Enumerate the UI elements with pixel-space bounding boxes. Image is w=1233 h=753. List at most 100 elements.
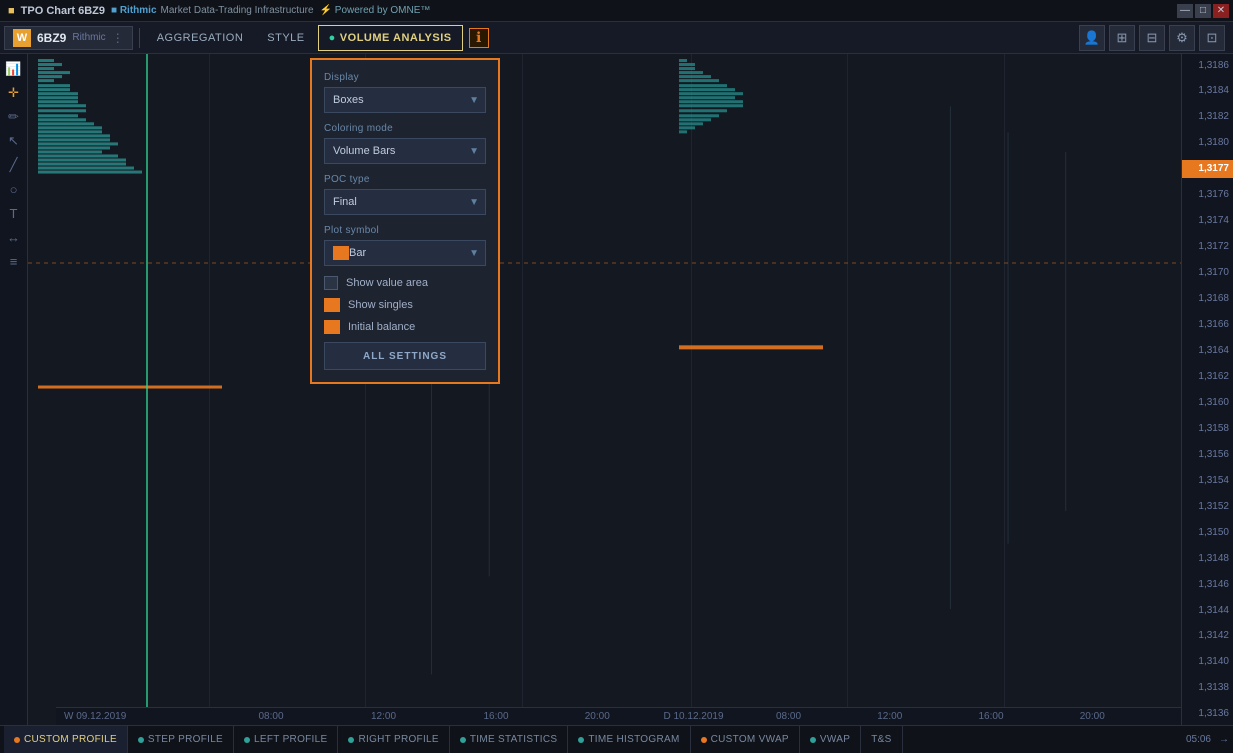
coloring-select[interactable]: Volume Bars ▼ [324,138,486,164]
price-1162: 1,3162 [1182,367,1233,385]
sidebar-circle-icon[interactable]: ○ [3,178,25,200]
vol-dot: ● [329,32,336,44]
show-value-area-label: Show value area [346,277,428,289]
close-button[interactable]: ✕ [1213,4,1229,18]
price-1166: 1,3166 [1182,316,1233,334]
price-1186: 1,3186 [1182,56,1233,74]
bottom-tab-vwap[interactable]: VWAP [800,726,861,753]
symbol-icon: W [13,29,31,47]
bottom-tab-right-profile[interactable]: RIGHT PROFILE [338,726,449,753]
vwap-dot [810,737,816,743]
time-label-1200-2: 12:00 [877,711,902,722]
settings-popup: Display Boxes ▼ Coloring mode Volume Bar… [310,58,500,384]
price-1148: 1,3148 [1182,549,1233,567]
initial-balance-label: Initial balance [348,321,415,333]
main-toolbar: W 6BZ9 Rithmic ⋮ AGGREGATION STYLE ● ● V… [0,22,1233,54]
show-value-area-checkbox[interactable] [324,276,338,290]
bottom-right-time: 05:06 → [1186,734,1229,745]
market-data-text: Market Data-Trading Infrastructure [161,5,314,16]
bottom-tab-left-profile[interactable]: LEFT PROFILE [234,726,338,753]
price-1158: 1,3158 [1182,419,1233,437]
expand-icon-btn[interactable]: ⊡ [1199,25,1225,51]
initial-balance-row: Initial balance [324,320,486,334]
bottom-bar: CUSTOM PROFILE STEP PROFILE LEFT PROFILE… [0,725,1233,753]
sidebar-text-icon[interactable]: T [3,202,25,224]
price-1138: 1,3138 [1182,679,1233,697]
show-value-area-row: Show value area [324,276,486,290]
bottom-tab-time-histogram[interactable]: TIME HISTOGRAM [568,726,690,753]
price-1140: 1,3140 [1182,653,1233,671]
symbol-source: Rithmic [72,32,105,43]
price-1177-highlight: 1,3177 [1182,160,1233,178]
price-1180: 1,3180 [1182,134,1233,152]
custom-vwap-dot [701,737,707,743]
toolbar-separator-1 [139,28,140,48]
symbol-box[interactable]: W 6BZ9 Rithmic ⋮ [4,26,133,50]
bottom-tab-time-statistics[interactable]: TIME STATISTICS [450,726,568,753]
step-profile-dot [138,737,144,743]
show-singles-label: Show singles [348,299,413,311]
all-settings-button[interactable]: ALL SETTINGS [324,342,486,370]
plot-select[interactable]: Bar ▼ [324,240,486,266]
initial-balance-swatch[interactable] [324,320,340,334]
coloring-label: Coloring mode [324,123,486,134]
price-1156: 1,3156 [1182,445,1233,463]
title-bar: ■ TPO Chart 6BZ9 ■ Rithmic Market Data-T… [0,0,1233,22]
price-1152: 1,3152 [1182,497,1233,515]
sidebar-cursor-icon[interactable]: ✛ [3,82,25,104]
price-1182: 1,3182 [1182,108,1233,126]
display-select[interactable]: Boxes ▼ [324,87,486,113]
toolbar-right-icons: 👤 ⊞ ⊟ ⚙ ⊡ [1079,25,1225,51]
sidebar-line-icon[interactable]: ╱ [3,154,25,176]
date-label-1: W 09.12.2019 [64,711,126,722]
app-title: TPO Chart 6BZ9 [21,5,105,17]
display-label: Display [324,72,486,83]
time-label-0800-2: 08:00 [776,711,801,722]
sidebar-chart-icon[interactable]: 📊 [3,58,25,80]
symbol-menu-icon[interactable]: ⋮ [112,31,124,45]
bottom-tab-step-profile[interactable]: STEP PROFILE [128,726,234,753]
sidebar-measure-icon[interactable]: ↔ [3,226,25,248]
price-1142: 1,3142 [1182,627,1233,645]
compare-icon-btn[interactable]: ⊟ [1139,25,1165,51]
price-1164: 1,3164 [1182,341,1233,359]
app-logo: ■ [8,5,15,17]
sidebar-arrow-icon[interactable]: ↖ [3,130,25,152]
bottom-tab-ts[interactable]: T&S [861,726,902,753]
poc-select[interactable]: Final ▼ [324,189,486,215]
sidebar-menu-icon[interactable]: ≡ [3,250,25,272]
user-icon-btn[interactable]: 👤 [1079,25,1105,51]
left-profile-dot [244,737,250,743]
time-label-1600-2: 16:00 [979,711,1004,722]
volume-analysis-tab[interactable]: ● ● VOLUME ANALYSIS VOLUME ANALYSIS [318,25,463,51]
price-1172: 1,3172 [1182,238,1233,256]
layout-icon-btn[interactable]: ⊞ [1109,25,1135,51]
coloring-arrow-icon: ▼ [469,146,479,157]
settings-icon-btn[interactable]: ⚙ [1169,25,1195,51]
time-arrow-icon: → [1219,734,1229,745]
plot-color-swatch[interactable] [333,246,349,260]
price-1160: 1,3160 [1182,393,1233,411]
price-1136: 1,3136 [1182,705,1233,723]
sidebar-draw-icon[interactable]: ✏ [3,106,25,128]
info-icon[interactable]: ℹ [469,28,489,48]
time-display: 05:06 [1186,734,1211,745]
maximize-button[interactable]: □ [1195,4,1211,18]
right-profile-dot [348,737,354,743]
price-scale: 1,3186 1,3184 1,3182 1,3180 1,3177 1,317… [1181,54,1233,725]
time-label-0800-1: 08:00 [259,711,284,722]
window-controls: — □ ✕ [1177,4,1229,18]
time-histogram-dot [578,737,584,743]
style-tab[interactable]: STYLE [256,25,315,51]
aggregation-tab[interactable]: AGGREGATION [146,25,255,51]
price-1144: 1,3144 [1182,601,1233,619]
show-singles-swatch[interactable] [324,298,340,312]
time-statistics-dot [460,737,466,743]
bottom-tab-custom-profile[interactable]: CUSTOM PROFILE [4,726,128,753]
content-area: 📊 ✛ ✏ ↖ ╱ ○ T ↔ ≡ [0,54,1233,725]
rithmic-label: ■ Rithmic [111,5,157,16]
display-arrow-icon: ▼ [469,95,479,106]
bottom-tab-custom-vwap[interactable]: CUSTOM VWAP [691,726,800,753]
minimize-button[interactable]: — [1177,4,1193,18]
time-label-2000-1: 20:00 [585,711,610,722]
